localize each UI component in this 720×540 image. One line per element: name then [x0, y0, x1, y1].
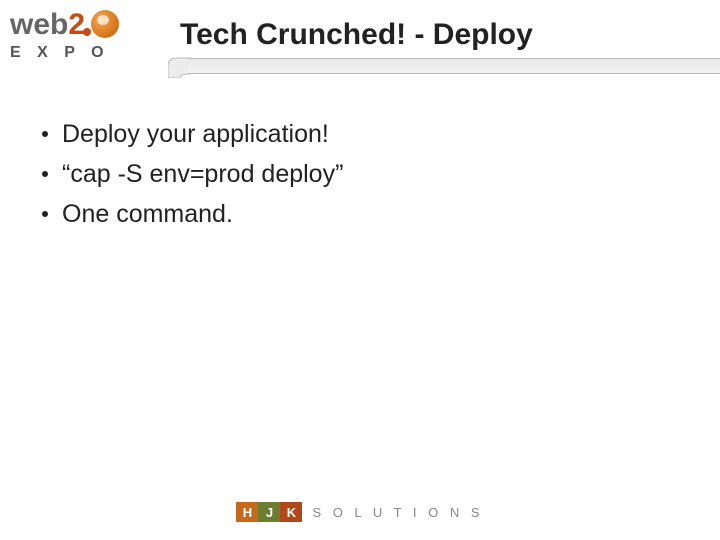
hjk-box-k: K [280, 502, 302, 522]
bullet-icon [42, 171, 48, 177]
bullet-item: One command. [42, 198, 680, 232]
web20-expo-logo: web2 E X P O [10, 8, 170, 78]
hjk-solutions-text: S O L U T I O N S [312, 505, 483, 520]
bullet-text: One command. [62, 198, 233, 232]
slide-title: Tech Crunched! - Deploy [180, 18, 533, 52]
hjk-solutions-logo: H J K S O L U T I O N S [236, 502, 483, 522]
logo-web-text: web [10, 8, 68, 42]
footer: H J K S O L U T I O N S [0, 502, 720, 522]
hjk-box-h: H [236, 502, 258, 522]
bullet-icon [42, 211, 48, 217]
slide: web2 E X P O Tech Crunched! - Deploy Dep… [0, 0, 720, 540]
header: web2 E X P O Tech Crunched! - Deploy [0, 0, 720, 90]
bullet-icon [42, 131, 48, 137]
logo-expo-text: E X P O [10, 44, 170, 62]
logo-two-text: 2 [68, 8, 85, 42]
logo-top-row: web2 [10, 8, 170, 42]
content-area: Deploy your application! “cap -S env=pro… [42, 118, 680, 237]
logo-o-icon [91, 8, 119, 41]
bullet-item: “cap -S env=prod deploy” [42, 158, 680, 192]
title-rule [168, 58, 720, 78]
hjk-boxes: H J K [236, 502, 302, 522]
hjk-box-j: J [258, 502, 280, 522]
bullet-text: Deploy your application! [62, 118, 329, 152]
bullet-text: “cap -S env=prod deploy” [62, 158, 343, 192]
bullet-item: Deploy your application! [42, 118, 680, 152]
logo-dot-icon [83, 28, 91, 36]
rule-corner-icon [168, 56, 190, 78]
